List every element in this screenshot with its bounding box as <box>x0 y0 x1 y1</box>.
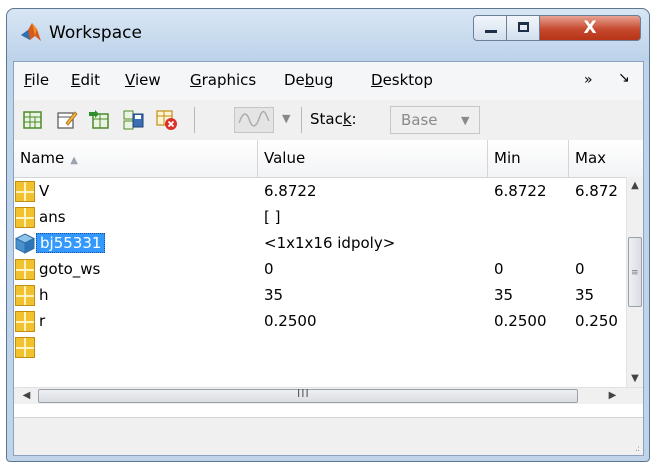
menu-debug[interactable]: Debug <box>284 71 333 89</box>
var-name: h <box>39 286 49 304</box>
menu-view[interactable]: View <box>125 71 161 89</box>
var-max: 0 <box>575 260 585 278</box>
maximize-button[interactable] <box>506 15 540 41</box>
var-name: ans <box>39 208 66 226</box>
var-max: 0.250 <box>575 312 618 330</box>
object-icon <box>15 233 35 254</box>
undock-icon[interactable]: ↘ <box>618 70 630 86</box>
matlab-logo-icon <box>21 23 41 41</box>
scroll-up-icon[interactable]: ▲ <box>627 177 643 194</box>
var-max: 6.872 <box>575 182 618 200</box>
var-min: 0.2500 <box>494 312 547 330</box>
var-name: bj55331 <box>36 233 106 253</box>
minimize-icon <box>485 30 497 33</box>
matrix-icon <box>15 207 35 228</box>
horizontal-scrollbar[interactable]: ◀ III ▶ <box>14 387 643 404</box>
menu-graphics[interactable]: Graphics <box>190 71 256 89</box>
var-value: 0 <box>264 260 274 278</box>
stack-select[interactable]: Base ▼ <box>390 106 480 134</box>
matrix-icon <box>15 181 35 202</box>
maximize-icon <box>518 22 529 32</box>
close-icon: X <box>583 18 597 38</box>
column-header-value[interactable]: Value <box>258 140 488 177</box>
import-data-icon[interactable] <box>88 109 110 131</box>
window-title: Workspace <box>49 23 142 43</box>
toolbar-separator <box>194 107 195 133</box>
table-header: Name ▲ Value Min Max <box>14 140 643 178</box>
status-bar: .: <box>14 417 643 455</box>
matrix-icon <box>15 259 35 280</box>
table-row[interactable]: ans [ ] <box>14 205 626 231</box>
selected-var-name: bj55331 <box>36 233 106 253</box>
workspace-window: Workspace X File Edit View Graphics Debu… <box>6 8 650 462</box>
sort-ascending-icon: ▲ <box>70 155 78 166</box>
matrix-icon <box>15 337 35 358</box>
title-bar[interactable]: Workspace X <box>7 9 649 61</box>
table-row[interactable]: r 0.2500 0.2500 0.250 <box>14 309 626 335</box>
toolbar: ▼ Stack: Base ▼ <box>14 100 643 141</box>
vertical-scroll-thumb[interactable]: ≡ <box>628 237 642 307</box>
minimize-button[interactable] <box>473 15 507 41</box>
workspace-client: File Edit View Graphics Debug Desktop » … <box>13 61 644 456</box>
var-min: 35 <box>494 286 514 304</box>
grip-icon: III <box>297 387 310 400</box>
menu-file[interactable]: File <box>24 71 49 89</box>
column-header-max[interactable]: Max <box>569 140 643 177</box>
var-value: 0.2500 <box>264 312 317 330</box>
toolbar-separator <box>301 107 302 133</box>
horizontal-scroll-thumb[interactable]: III <box>38 387 578 403</box>
table-body: V 6.8722 6.8722 6.872 ans [ ] bj55331 <1… <box>14 177 626 387</box>
var-min: 0 <box>494 260 504 278</box>
grip-icon: ≡ <box>631 268 639 278</box>
var-value: [ ] <box>264 208 281 226</box>
menu-bar: File Edit View Graphics Debug Desktop » … <box>14 62 643 101</box>
plot-dropdown-icon[interactable]: ▼ <box>282 112 290 125</box>
chevron-down-icon: ▼ <box>461 114 470 127</box>
stack-value: Base <box>401 111 438 129</box>
var-value: <1x1x16 idpoly> <box>264 234 396 252</box>
plot-selection-button[interactable] <box>234 107 274 133</box>
table-row[interactable]: h 35 35 35 <box>14 283 626 309</box>
matrix-icon <box>15 311 35 332</box>
scroll-left-icon[interactable]: ◀ <box>18 388 35 404</box>
close-button[interactable]: X <box>539 15 641 41</box>
table-row[interactable]: goto_ws 0 0 0 <box>14 257 626 283</box>
column-header-min[interactable]: Min <box>488 140 569 177</box>
stack-label: Stack: <box>310 110 357 128</box>
delete-variable-icon[interactable] <box>156 109 178 131</box>
matrix-icon <box>15 285 35 306</box>
menu-desktop[interactable]: Desktop <box>371 71 433 89</box>
menu-overflow-button[interactable]: » <box>584 72 593 88</box>
var-name: goto_ws <box>39 260 101 278</box>
var-name: r <box>39 312 46 330</box>
table-row-selected[interactable]: bj55331 <1x1x16 idpoly> <box>14 231 626 257</box>
menu-edit[interactable]: Edit <box>71 71 100 89</box>
var-min: 6.8722 <box>494 182 547 200</box>
new-variable-icon[interactable] <box>22 109 44 131</box>
table-row-partial[interactable] <box>14 335 626 361</box>
var-name: V <box>39 182 50 200</box>
save-workspace-icon[interactable] <box>122 109 144 131</box>
var-max: 35 <box>575 286 595 304</box>
resize-grip-icon[interactable]: .: <box>635 445 640 454</box>
var-value: 35 <box>264 286 284 304</box>
vertical-scrollbar[interactable]: ▲ ≡ ▼ <box>626 177 643 387</box>
scroll-right-icon[interactable]: ▶ <box>604 388 621 404</box>
var-value: 6.8722 <box>264 182 317 200</box>
table-row[interactable]: V 6.8722 6.8722 6.872 <box>14 179 626 205</box>
plot-selection-icon <box>238 110 270 127</box>
column-header-name[interactable]: Name ▲ <box>14 140 258 177</box>
open-variable-icon[interactable] <box>56 109 78 131</box>
variables-table: Name ▲ Value Min Max V 6.8722 6.8722 6.87… <box>14 140 643 417</box>
scroll-down-icon[interactable]: ▼ <box>627 370 643 387</box>
